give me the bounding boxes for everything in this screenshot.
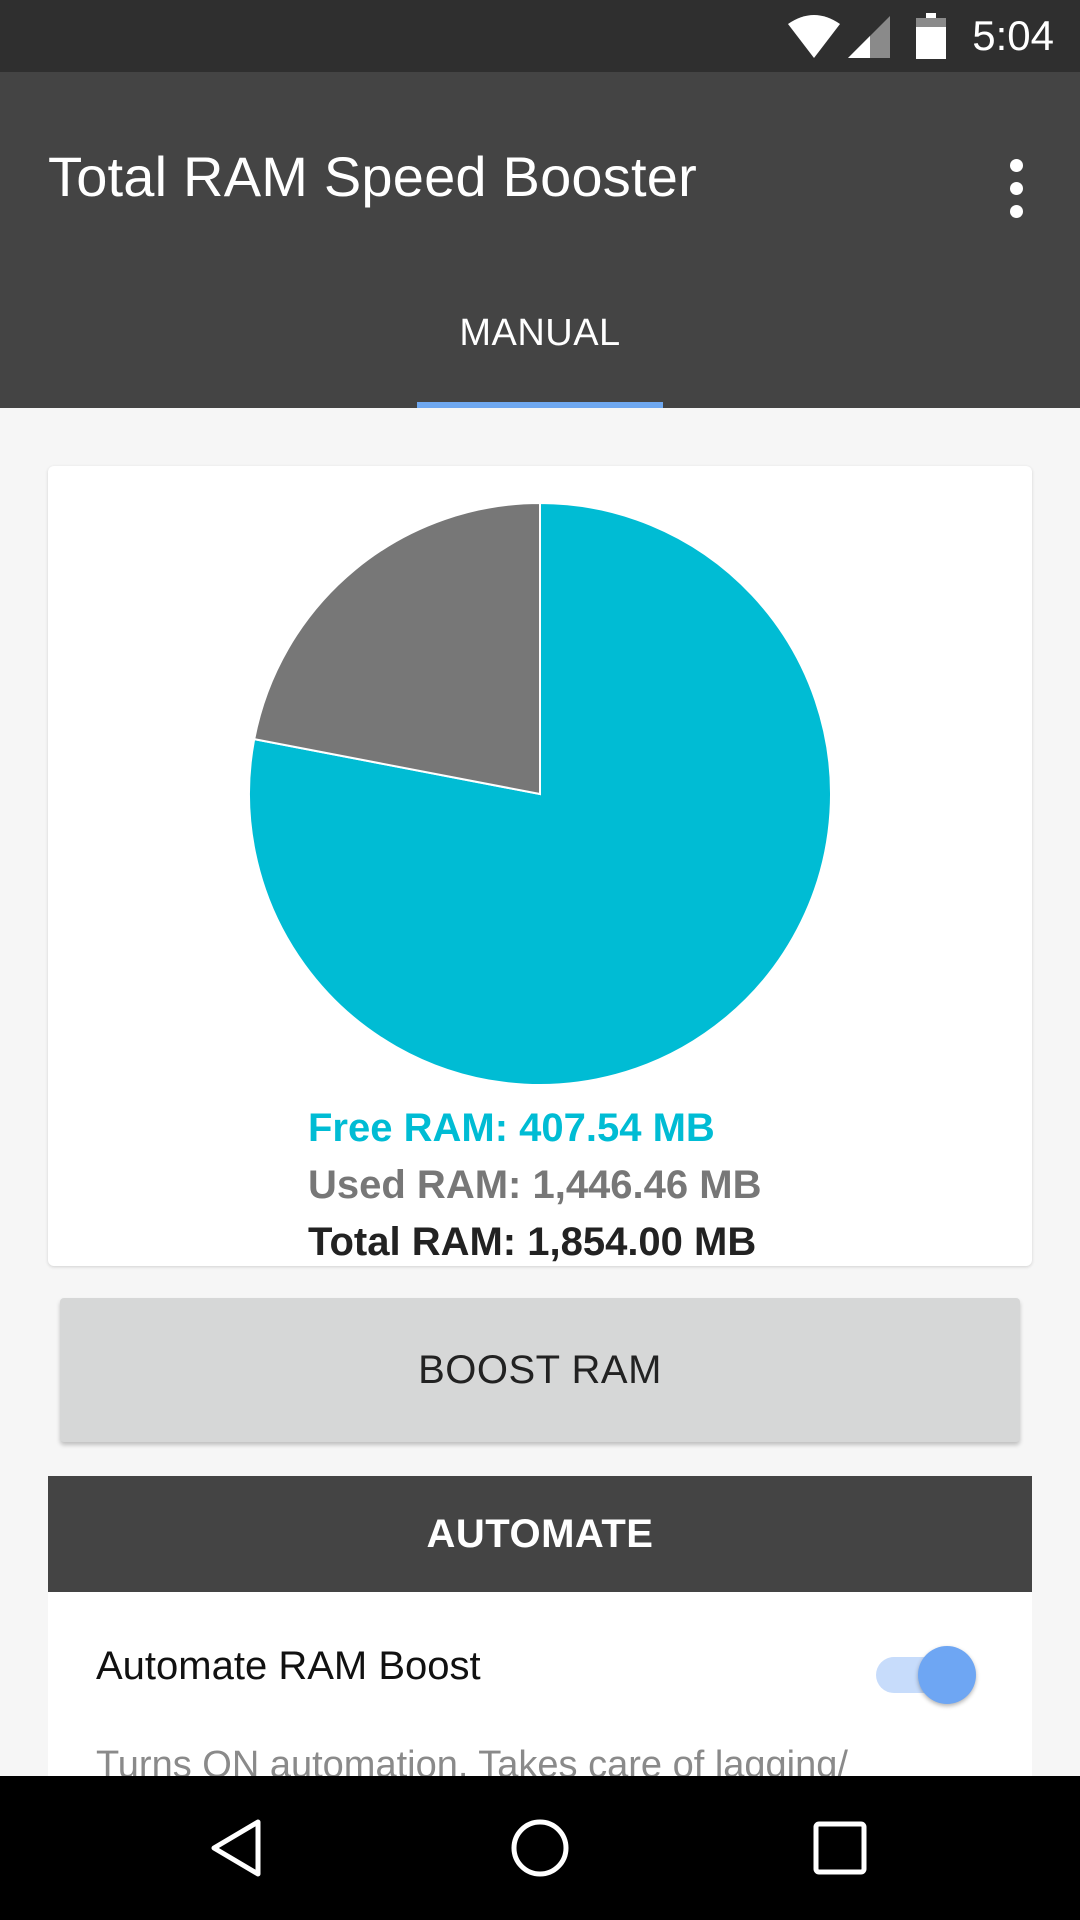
automate-toggle[interactable] [876,1640,976,1708]
home-icon[interactable] [508,1816,572,1880]
boost-ram-button[interactable]: BOOST RAM [60,1298,1020,1442]
automate-ram-boost-label: Automate RAM Boost [96,1644,481,1688]
toggle-thumb [918,1646,976,1704]
status-icons: 5:04 [786,0,1080,72]
tab-indicator [417,402,663,408]
automate-panel: Automate RAM Boost Turns ON automation. … [48,1592,1032,1776]
total-ram-label: Total RAM: 1,854.00 MB [308,1220,757,1264]
back-icon[interactable] [208,1816,272,1880]
more-vert-icon[interactable] [988,148,1044,228]
automate-header: AUTOMATE [48,1476,1032,1592]
ram-stats: Free RAM: 407.54 MB Used RAM: 1,446.46 M… [308,1100,761,1271]
free-ram-label: Free RAM: 407.54 MB [308,1106,715,1150]
app-bar: Total RAM Speed Booster MANUAL [0,72,1080,408]
battery-icon [916,13,947,59]
nav-bar [0,1776,1080,1920]
used-ram-label: Used RAM: 1,446.46 MB [308,1163,762,1207]
ram-card: Free RAM: 407.54 MB Used RAM: 1,446.46 M… [48,466,1032,1266]
status-bar: 5:04 [0,0,1080,72]
tab-manual-label: MANUAL [459,312,621,354]
signal-icon [848,16,891,58]
tab-manual[interactable]: MANUAL [417,302,663,408]
recents-icon[interactable] [808,1816,872,1880]
ram-pie-chart [248,502,832,1086]
status-clock: 5:04 [972,12,1054,59]
app-title: Total RAM Speed Booster [48,145,697,208]
automate-description: Turns ON automation. Takes care of laggi… [96,1744,848,1776]
wifi-icon [788,15,841,58]
